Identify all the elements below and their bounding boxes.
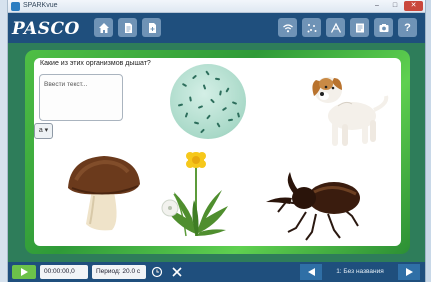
tools-icon <box>330 22 341 33</box>
close-button[interactable]: ✕ <box>404 1 423 11</box>
camera-button[interactable] <box>374 18 393 37</box>
sensor-icon <box>307 23 316 32</box>
new-page-icon <box>148 22 156 33</box>
mushroom-image[interactable] <box>64 150 144 234</box>
wireless-button[interactable] <box>278 18 297 37</box>
app-toolbar: PASCO ? <box>8 13 425 43</box>
journal-button[interactable] <box>350 18 369 37</box>
document-button[interactable] <box>118 18 137 37</box>
tools-button[interactable] <box>326 18 345 37</box>
document-icon <box>124 22 132 33</box>
previous-page-button[interactable] <box>300 264 322 280</box>
workbook-page: Какие из этих организмов дышат? Ввести т… <box>34 58 401 246</box>
page-indicator[interactable]: 1: Без названия <box>326 265 394 279</box>
green-frame: Какие из этих организмов дышат? Ввести т… <box>25 50 410 254</box>
puppy-image[interactable] <box>302 66 394 150</box>
elapsed-time: 00:00:00,0 <box>40 265 88 279</box>
new-page-button[interactable] <box>142 18 161 37</box>
app-icon <box>11 2 20 11</box>
clock-icon <box>151 266 163 278</box>
home-button[interactable] <box>94 18 113 37</box>
start-button[interactable] <box>12 265 36 279</box>
play-icon <box>21 268 28 276</box>
text-tool-button[interactable]: a ▾ <box>34 123 53 139</box>
help-button[interactable]: ? <box>398 18 417 37</box>
tools-crossed-button[interactable] <box>170 265 184 279</box>
desktop-edge-right <box>425 0 431 282</box>
minimize-button[interactable]: – <box>369 1 385 11</box>
workbook-content: Какие из этих организмов дышат? Ввести т… <box>8 43 425 262</box>
window-titlebar[interactable]: SPARKvue – □ ✕ <box>8 0 425 13</box>
window-title: SPARKvue <box>23 2 58 9</box>
desktop-edge-left <box>0 0 8 282</box>
answer-placeholder: Ввести текст... <box>44 81 88 88</box>
sensor-button[interactable] <box>302 18 321 37</box>
answer-text-box[interactable]: Ввести текст... <box>39 74 123 121</box>
bottom-bar: 00:00:00,0 Период: 20.0 с 1: Без названи… <box>8 262 425 282</box>
wireless-icon <box>282 23 293 32</box>
bacteria-image[interactable] <box>170 64 246 139</box>
clock-button[interactable] <box>150 265 164 279</box>
camera-icon <box>379 23 388 32</box>
journal-icon <box>355 23 364 32</box>
dandelion-image[interactable] <box>156 146 236 240</box>
home-icon <box>98 22 109 33</box>
next-page-button[interactable] <box>398 264 420 280</box>
maximize-button[interactable]: □ <box>387 1 403 11</box>
arrow-right-icon <box>405 268 413 276</box>
sample-period[interactable]: Период: 20.0 с <box>92 265 146 279</box>
wrench-cross-icon <box>172 267 182 277</box>
beetle-image[interactable] <box>256 168 368 244</box>
arrow-left-icon <box>307 268 315 276</box>
question-text: Какие из этих организмов дышат? <box>40 60 151 67</box>
pasco-logo: PASCO <box>12 19 80 39</box>
